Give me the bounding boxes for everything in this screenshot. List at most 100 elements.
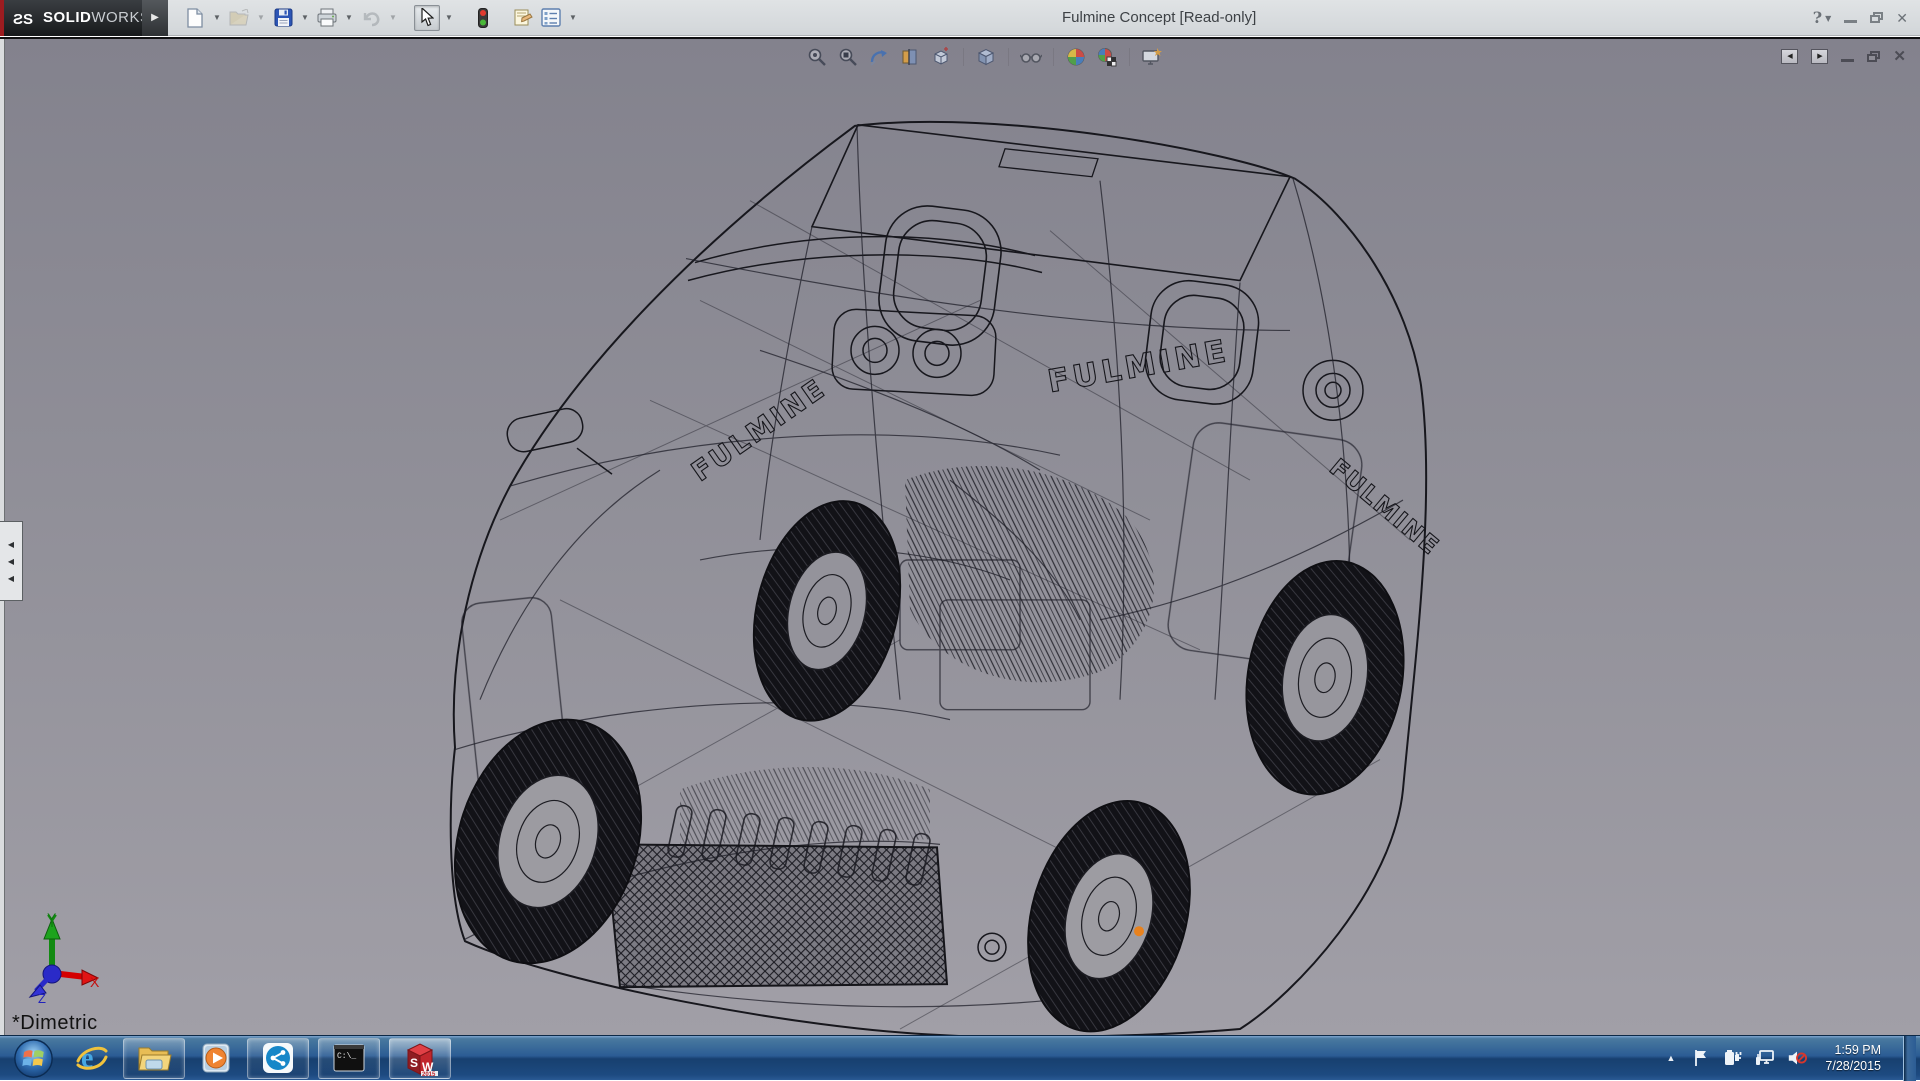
title-bar: S S SOLIDWORKS ▶ ▼ ▼ xyxy=(0,0,1920,36)
taskbar-solidworks-2015[interactable]: S W 2015 xyxy=(389,1038,451,1079)
options-dropdown[interactable]: ▼ xyxy=(566,13,580,22)
minimize-button[interactable] xyxy=(1844,20,1857,23)
rebuild-button[interactable] xyxy=(470,5,496,31)
taskbar-media-player[interactable] xyxy=(194,1038,238,1078)
featuremanager-expand-tab[interactable]: ◀ ◀ ◀ xyxy=(0,521,23,601)
flag-icon xyxy=(1692,1049,1710,1067)
taskbar-share-app[interactable] xyxy=(247,1038,309,1079)
hide-show-items-button[interactable] xyxy=(1020,46,1042,68)
taskbar-internet-explorer[interactable]: e xyxy=(70,1038,114,1078)
svg-text:C:\_: C:\_ xyxy=(337,1052,356,1061)
open-button[interactable] xyxy=(226,5,252,31)
svg-text:2015: 2015 xyxy=(422,1072,436,1076)
zoom-to-fit-icon xyxy=(807,47,827,67)
view-settings-button[interactable] xyxy=(1141,46,1163,68)
taskbar-clock[interactable]: 1:59 PM 7/28/2015 xyxy=(1819,1042,1889,1074)
select-tool-button[interactable] xyxy=(414,5,440,31)
triad-x-label: X xyxy=(90,974,100,990)
zoom-to-area-button[interactable] xyxy=(837,46,859,68)
select-dropdown[interactable]: ▼ xyxy=(442,13,456,22)
windows-taskbar: e xyxy=(0,1035,1920,1080)
file-properties-icon xyxy=(513,8,533,27)
display-style-icon xyxy=(976,47,996,67)
new-document-button[interactable] xyxy=(182,5,208,31)
help-icon: ? xyxy=(1813,8,1822,27)
save-button[interactable] xyxy=(270,5,296,31)
headsup-view-toolbar xyxy=(806,46,1163,68)
share-app-icon xyxy=(261,1041,295,1075)
origin-point xyxy=(1134,926,1144,936)
save-dropdown[interactable]: ▼ xyxy=(298,13,312,22)
svg-text:S: S xyxy=(410,1056,418,1070)
edit-appearance-button[interactable] xyxy=(1065,46,1087,68)
print-button[interactable] xyxy=(314,5,340,31)
power-status-button[interactable] xyxy=(1723,1048,1743,1068)
window-caption-buttons: ? ▼ ✕ xyxy=(1813,0,1908,35)
collapse-arrow-icon: ◀ xyxy=(8,574,14,583)
solidworks-mark-icon: S S xyxy=(12,8,38,28)
menu-flyout-arrow[interactable]: ▶ xyxy=(142,0,168,36)
taskbar-file-explorer[interactable] xyxy=(123,1038,185,1079)
pane-right-icon: ▶ xyxy=(1817,52,1822,60)
open-dropdown[interactable]: ▼ xyxy=(254,13,268,22)
triad-y-label: Y xyxy=(47,911,57,926)
previous-view-button[interactable] xyxy=(868,46,890,68)
action-center-button[interactable] xyxy=(1691,1048,1711,1068)
network-status-button[interactable] xyxy=(1755,1048,1775,1068)
collapse-arrow-icon: ◀ xyxy=(8,540,14,549)
save-floppy-icon xyxy=(274,8,293,27)
volume-button[interactable] xyxy=(1787,1048,1807,1068)
print-dropdown[interactable]: ▼ xyxy=(342,13,356,22)
screen-edge-accent xyxy=(0,0,4,36)
edit-appearance-icon xyxy=(1066,47,1086,67)
undo-dropdown[interactable]: ▼ xyxy=(386,13,400,22)
open-folder-icon xyxy=(229,9,249,27)
select-cursor-icon xyxy=(420,8,434,27)
section-view-icon xyxy=(900,47,920,67)
network-display-icon xyxy=(1755,1049,1775,1067)
next-pane-button[interactable]: ▶ xyxy=(1811,49,1828,64)
solidworks-wordmark: SOLIDWORKS xyxy=(43,9,151,26)
help-button[interactable]: ? ▼ xyxy=(1813,8,1832,27)
file-properties-button[interactable] xyxy=(510,5,536,31)
graphics-viewport[interactable]: FULMINE FULMINE FULMINE ◀ ◀ ◀ xyxy=(0,37,1920,1035)
clock-date: 7/28/2015 xyxy=(1825,1058,1881,1074)
document-close-button[interactable]: ✕ xyxy=(1893,47,1906,65)
help-dropdown[interactable]: ▼ xyxy=(1825,13,1831,23)
document-restore-button[interactable] xyxy=(1867,51,1880,62)
internet-explorer-icon: e xyxy=(75,1041,109,1075)
undo-button[interactable] xyxy=(358,5,384,31)
options-button[interactable] xyxy=(538,5,564,31)
media-player-icon xyxy=(199,1041,233,1075)
close-button[interactable]: ✕ xyxy=(1896,11,1908,25)
toolbar-separator xyxy=(1053,48,1054,66)
zoom-to-fit-button[interactable] xyxy=(806,46,828,68)
taskbar-command-prompt[interactable]: C:\_ xyxy=(318,1038,380,1079)
new-dropdown[interactable]: ▼ xyxy=(210,13,224,22)
show-hidden-icons-button[interactable]: ▲ xyxy=(1662,1053,1679,1063)
zoom-to-area-icon xyxy=(838,47,858,67)
section-view-button[interactable] xyxy=(899,46,921,68)
display-style-button[interactable] xyxy=(975,46,997,68)
wheel-rear-left xyxy=(1002,782,1215,1035)
apply-scene-button[interactable] xyxy=(1096,46,1118,68)
show-desktop-button[interactable] xyxy=(1903,1036,1916,1081)
document-window-controls: ◀ ▶ ✕ xyxy=(1781,47,1906,65)
previous-view-icon xyxy=(869,47,889,67)
collapse-arrow-icon: ◀ xyxy=(8,557,14,566)
volume-muted-icon xyxy=(1787,1049,1807,1067)
apply-scene-icon xyxy=(1097,47,1117,67)
wheel-rear-right xyxy=(1229,548,1422,807)
toolbar-separator xyxy=(1008,48,1009,66)
standard-toolbar: ▼ ▼ ▼ xyxy=(182,5,580,31)
toolbar-separator xyxy=(963,48,964,66)
svg-text:S: S xyxy=(23,11,33,28)
start-button[interactable] xyxy=(13,1038,54,1079)
model-lettering-left: FULMINE xyxy=(686,373,832,488)
previous-pane-button[interactable]: ◀ xyxy=(1781,49,1798,64)
print-icon xyxy=(317,8,337,27)
restore-button[interactable] xyxy=(1870,12,1883,23)
view-orientation-button[interactable] xyxy=(930,46,952,68)
wireframe-car-model[interactable]: FULMINE FULMINE FULMINE xyxy=(0,39,1920,1035)
document-minimize-button[interactable] xyxy=(1841,59,1854,62)
